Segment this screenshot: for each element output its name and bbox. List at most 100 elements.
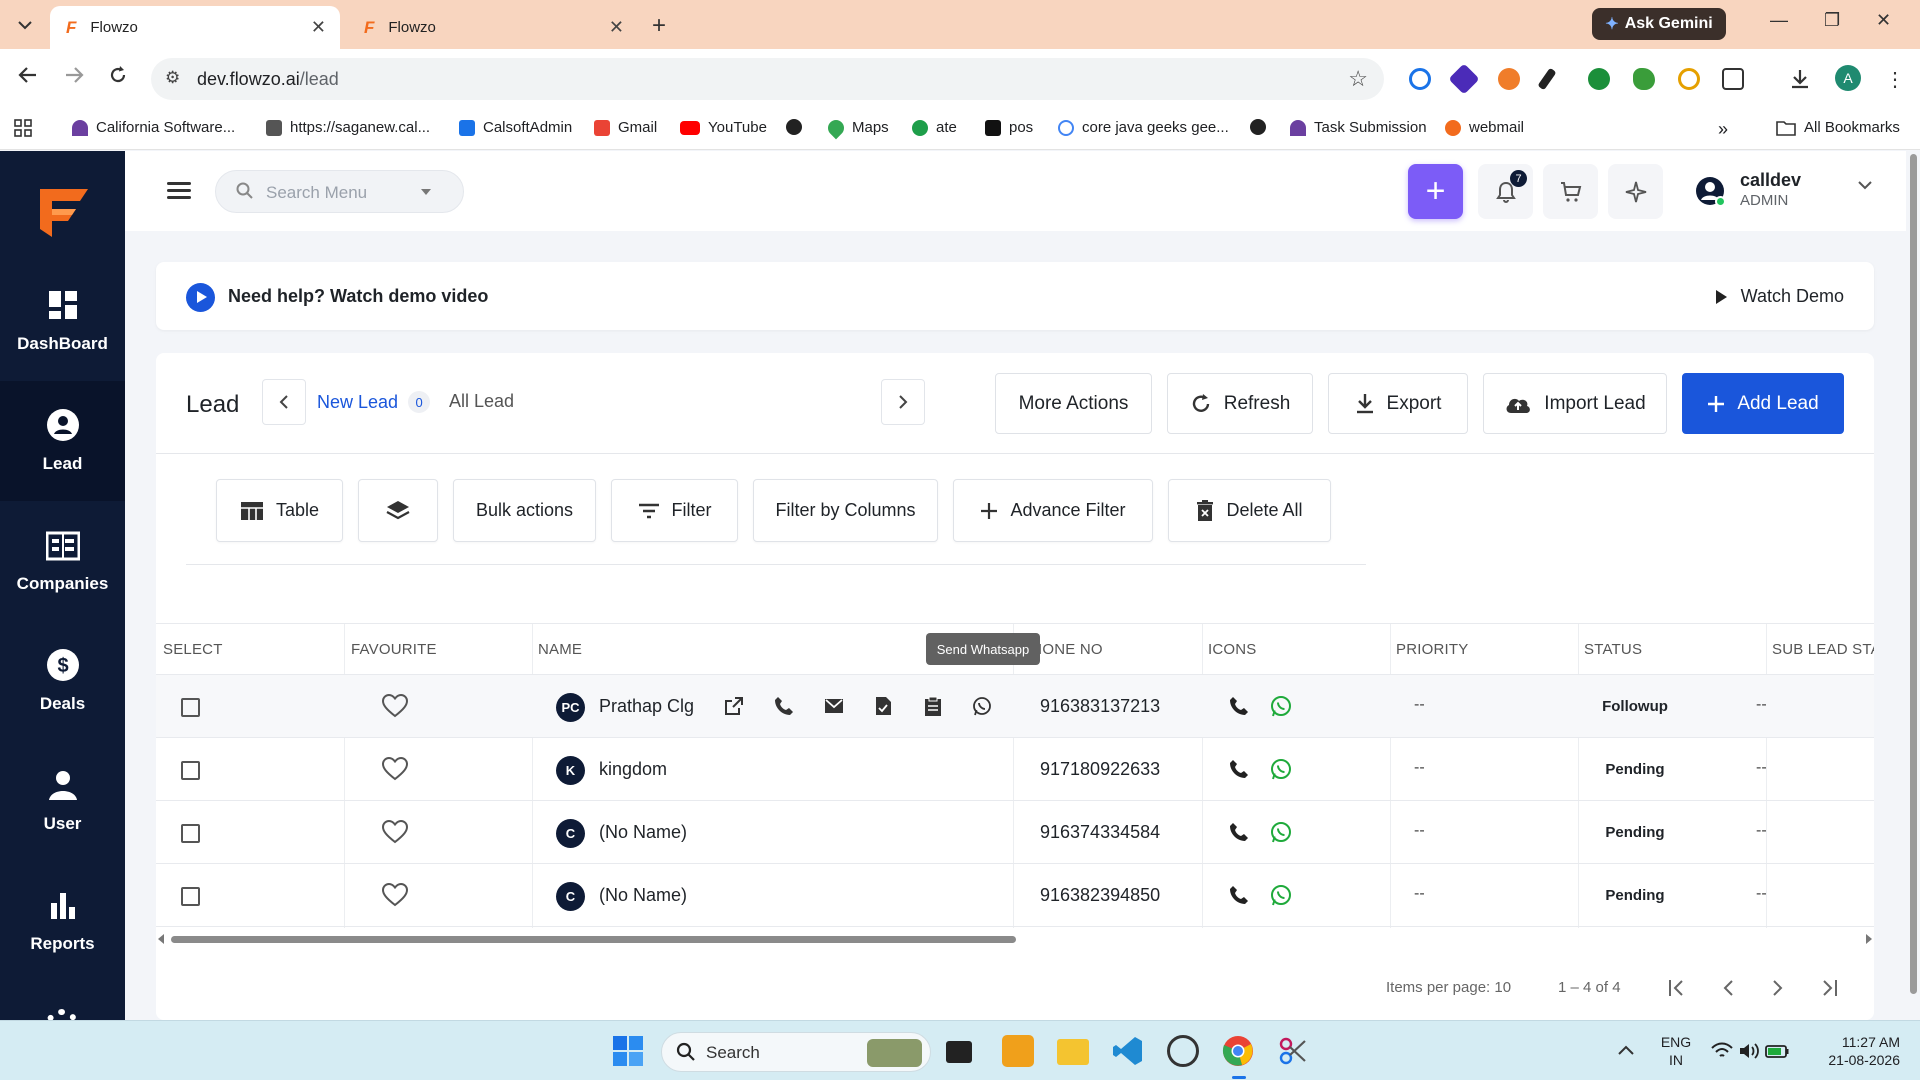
chrome-icon[interactable] — [1222, 1035, 1254, 1067]
task-view-icon[interactable] — [946, 1041, 972, 1063]
sidebar-item-reports[interactable]: Reports — [0, 861, 125, 981]
vscode-icon[interactable] — [1112, 1035, 1144, 1067]
forward-arrow-icon[interactable] — [64, 65, 84, 91]
lead-name[interactable]: (No Name) — [599, 885, 687, 906]
close-tab-icon[interactable]: ✕ — [311, 17, 326, 38]
sublime-text-icon[interactable] — [1002, 1035, 1034, 1067]
wifi-volume-battery-icons[interactable] — [1710, 1039, 1790, 1063]
filter-by-columns-button[interactable]: Filter by Columns — [753, 479, 938, 542]
call-icon[interactable] — [1229, 822, 1249, 842]
export-button[interactable]: Export — [1328, 373, 1468, 434]
bookmark-item[interactable]: core java geeks gee... — [1058, 119, 1229, 136]
minimize-window-icon[interactable]: — — [1770, 10, 1788, 31]
table-row[interactable]: C (No Name) 916382394850 -- Pending -- — [156, 864, 1874, 927]
tabs-prev-button[interactable] — [262, 379, 306, 425]
table-view-button[interactable]: Table — [216, 479, 343, 542]
snipping-tool-icon[interactable] — [1277, 1035, 1309, 1067]
table-row[interactable]: C (No Name) 916374334584 -- Pending -- — [156, 801, 1874, 864]
call-icon[interactable] — [1229, 759, 1249, 779]
profile-avatar[interactable]: A — [1835, 65, 1861, 91]
quick-add-button[interactable]: + — [1408, 164, 1463, 219]
extension-icon[interactable] — [1678, 68, 1700, 90]
all-bookmarks[interactable]: All Bookmarks — [1776, 119, 1900, 136]
heart-icon[interactable] — [382, 694, 408, 718]
close-window-icon[interactable]: ✕ — [1876, 10, 1891, 31]
open-external-icon[interactable] — [724, 696, 744, 716]
delete-all-button[interactable]: Delete All — [1168, 479, 1331, 542]
input-language[interactable]: ENG IN — [1660, 1033, 1692, 1069]
bookmark-item[interactable] — [786, 119, 802, 135]
reload-icon[interactable] — [108, 65, 128, 91]
column-header-icons[interactable]: ICONS — [1208, 641, 1257, 658]
last-page-button[interactable] — [1813, 973, 1843, 1003]
restore-window-icon[interactable]: ❐ — [1824, 10, 1840, 31]
whatsapp-icon[interactable] — [972, 696, 992, 716]
previous-page-button[interactable] — [1713, 973, 1743, 1003]
phone-icon[interactable] — [774, 696, 794, 716]
new-tab-button[interactable]: + — [652, 12, 666, 40]
download-icon[interactable] — [1789, 68, 1811, 90]
table-horizontal-scrollbar[interactable] — [156, 932, 1874, 946]
column-header-favourite[interactable]: FAVOURITE — [351, 641, 437, 658]
scroll-right-arrow-icon[interactable] — [1866, 934, 1872, 944]
browser-tab-flowzo-active[interactable]: F Flowzo ✕ — [50, 6, 340, 49]
table-row[interactable]: K kingdom 917180922633 -- Pending -- — [156, 738, 1874, 801]
bookmark-item[interactable]: CalsoftAdmin — [459, 119, 572, 136]
layers-button[interactable] — [358, 479, 438, 542]
whatsapp-icon[interactable] — [1270, 758, 1292, 780]
extension-icon[interactable] — [1498, 68, 1520, 90]
more-actions-button[interactable]: More Actions — [995, 373, 1152, 434]
column-header-name[interactable]: NAME — [538, 641, 582, 658]
notifications-button[interactable]: 7 — [1478, 164, 1533, 219]
file-explorer-icon[interactable] — [1057, 1039, 1089, 1065]
bookmark-star-icon[interactable]: ☆ — [1348, 66, 1368, 92]
bookmark-item[interactable]: https://saganew.cal... — [266, 119, 430, 136]
taskbar-search-box[interactable]: Search — [661, 1032, 931, 1072]
bookmark-item[interactable]: webmail — [1445, 119, 1524, 136]
chatgpt-icon[interactable] — [1167, 1035, 1199, 1067]
heart-icon[interactable] — [382, 883, 408, 907]
heart-icon[interactable] — [382, 757, 408, 781]
call-icon[interactable] — [1229, 696, 1249, 716]
items-per-page[interactable]: Items per page: 10 — [1386, 979, 1511, 996]
bookmark-item[interactable]: California Software... — [72, 119, 235, 136]
sidebar-item-lead[interactable]: Lead — [0, 381, 125, 501]
sidebar-item-dashboard[interactable]: DashBoard — [0, 261, 125, 381]
lead-name[interactable]: (No Name) — [599, 822, 687, 843]
whatsapp-icon[interactable] — [1270, 821, 1292, 843]
table-row[interactable]: PC Prathap Clg 916383137213 -- Followup … — [156, 675, 1874, 738]
address-bar[interactable]: ⚙ dev.flowzo.ai/lead ☆ — [151, 58, 1384, 100]
column-header-sub-lead-status[interactable]: SUB LEAD STA — [1772, 641, 1874, 658]
column-header-select[interactable]: SELECT — [163, 641, 223, 658]
site-info-icon[interactable]: ⚙ — [165, 68, 180, 88]
sidebar-item-companies[interactable]: Companies — [0, 501, 125, 621]
add-lead-button[interactable]: Add Lead — [1682, 373, 1844, 434]
advance-filter-button[interactable]: Advance Filter — [953, 479, 1153, 542]
lead-name[interactable]: kingdom — [599, 759, 667, 780]
row-checkbox[interactable] — [181, 824, 200, 843]
cart-button[interactable] — [1543, 164, 1598, 219]
extension-icon[interactable] — [1588, 68, 1610, 90]
system-tray-chevron-icon[interactable] — [1616, 1041, 1636, 1061]
sidebar-item-user[interactable]: User — [0, 741, 125, 861]
call-icon[interactable] — [1229, 885, 1249, 905]
tab-all-lead[interactable]: All Lead — [449, 391, 514, 412]
mail-icon[interactable] — [824, 696, 844, 716]
refresh-button[interactable]: Refresh — [1167, 373, 1313, 434]
row-checkbox[interactable] — [181, 698, 200, 717]
play-circle-icon[interactable] — [186, 283, 215, 312]
column-header-priority[interactable]: PRIORITY — [1396, 641, 1468, 658]
bulk-actions-button[interactable]: Bulk actions — [453, 479, 596, 542]
tabs-next-button[interactable] — [881, 379, 925, 425]
close-tab-icon[interactable]: ✕ — [609, 17, 624, 38]
flowzo-logo[interactable] — [36, 185, 92, 241]
search-menu-input[interactable]: Search Menu — [215, 170, 464, 213]
ai-sparkle-button[interactable] — [1608, 164, 1663, 219]
extension-icon[interactable] — [1409, 68, 1431, 90]
ask-gemini-button[interactable]: ✦ Ask Gemini — [1592, 8, 1726, 40]
bookmark-item[interactable] — [1250, 119, 1266, 135]
bookmark-youtube[interactable]: YouTube — [680, 119, 767, 136]
scrollbar-thumb[interactable] — [171, 936, 1016, 943]
windows-start-icon[interactable] — [612, 1035, 644, 1067]
bookmark-item[interactable]: pos — [985, 119, 1033, 136]
